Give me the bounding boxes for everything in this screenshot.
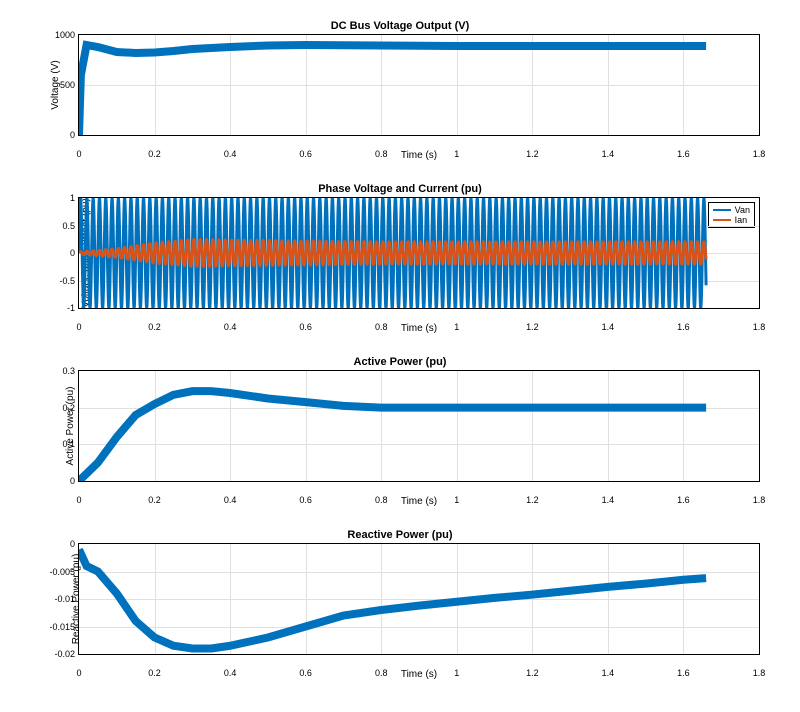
x-tick-label: 1.8 bbox=[753, 322, 766, 332]
plot-svg bbox=[79, 198, 759, 308]
y-tick-label: 0.1 bbox=[41, 439, 75, 449]
y-tick-label: 0.2 bbox=[41, 403, 75, 413]
x-tick-label: 1.6 bbox=[677, 495, 690, 505]
y-tick-label: -0.01 bbox=[41, 594, 75, 604]
y-tick-label: 0.5 bbox=[41, 221, 75, 231]
x-axis-label: Time (s) bbox=[78, 496, 760, 507]
x-tick-label: 1.4 bbox=[602, 495, 615, 505]
x-axis-label: Time (s) bbox=[78, 323, 760, 334]
y-tick-label: 0.3 bbox=[41, 366, 75, 376]
x-tick-label: 1.4 bbox=[602, 668, 615, 678]
x-tick-label: 0.6 bbox=[299, 668, 312, 678]
y-tick-label: -0.015 bbox=[41, 622, 75, 632]
x-tick-label: 0.8 bbox=[375, 322, 388, 332]
x-tick-label: 1.6 bbox=[677, 668, 690, 678]
plot-svg bbox=[79, 35, 759, 135]
chart-dc-bus-voltage: DC Bus Voltage Output (V) Voltage (V) 05… bbox=[30, 20, 770, 161]
y-tick-label: 1 bbox=[41, 193, 75, 203]
x-tick-label: 0.4 bbox=[224, 495, 237, 505]
x-axis-label: Time (s) bbox=[78, 669, 760, 680]
x-tick-label: 0.8 bbox=[375, 668, 388, 678]
x-tick-label: 0.6 bbox=[299, 495, 312, 505]
x-tick-label: 0.8 bbox=[375, 495, 388, 505]
x-tick-label: 0 bbox=[76, 149, 81, 159]
plot-area: Voltage (V) 0500100000.20.40.60.811.21.4… bbox=[78, 34, 760, 136]
x-tick-label: 0.2 bbox=[148, 149, 161, 159]
x-tick-label: 1 bbox=[454, 495, 459, 505]
y-tick-label: 500 bbox=[41, 80, 75, 90]
x-tick-label: 1 bbox=[454, 149, 459, 159]
x-tick-label: 1.2 bbox=[526, 149, 539, 159]
y-tick-label: 0 bbox=[41, 539, 75, 549]
x-tick-label: 1.2 bbox=[526, 495, 539, 505]
chart-phase-voltage-current: Phase Voltage and Current (pu) Voltage a… bbox=[30, 183, 770, 334]
x-tick-label: 0.4 bbox=[224, 668, 237, 678]
charts-container: DC Bus Voltage Output (V) Voltage (V) 05… bbox=[0, 0, 800, 712]
plot-area: Reactive Power (pu) -0.02-0.015-0.01-0.0… bbox=[78, 543, 760, 655]
x-tick-label: 1 bbox=[454, 322, 459, 332]
x-tick-label: 1.4 bbox=[602, 322, 615, 332]
x-tick-label: 0.2 bbox=[148, 668, 161, 678]
x-tick-label: 0 bbox=[76, 322, 81, 332]
y-tick-label: -1 bbox=[41, 303, 75, 313]
y-tick-label: 1000 bbox=[41, 30, 75, 40]
x-tick-label: 0.2 bbox=[148, 495, 161, 505]
x-tick-label: 1.2 bbox=[526, 668, 539, 678]
plot-area: Voltage and Current (pu) Van Ian -1-0.50… bbox=[78, 197, 760, 309]
x-tick-label: 1.8 bbox=[753, 149, 766, 159]
chart-title: DC Bus Voltage Output (V) bbox=[30, 20, 770, 32]
y-tick-label: 0 bbox=[41, 476, 75, 486]
plot-svg bbox=[79, 544, 759, 654]
y-tick-label: -0.5 bbox=[41, 276, 75, 286]
x-tick-label: 0.6 bbox=[299, 149, 312, 159]
x-tick-label: 0.8 bbox=[375, 149, 388, 159]
series-vdc bbox=[79, 45, 706, 135]
x-tick-label: 1.6 bbox=[677, 149, 690, 159]
x-tick-label: 0.6 bbox=[299, 322, 312, 332]
series-q bbox=[79, 550, 706, 649]
x-tick-label: 0.4 bbox=[224, 322, 237, 332]
chart-title: Phase Voltage and Current (pu) bbox=[30, 183, 770, 195]
x-tick-label: 1.8 bbox=[753, 495, 766, 505]
x-tick-label: 1.6 bbox=[677, 322, 690, 332]
plot-svg bbox=[79, 371, 759, 481]
chart-reactive-power: Reactive Power (pu) Reactive Power (pu) … bbox=[30, 529, 770, 680]
x-tick-label: 1 bbox=[454, 668, 459, 678]
chart-title: Active Power (pu) bbox=[30, 356, 770, 368]
chart-title: Reactive Power (pu) bbox=[30, 529, 770, 541]
chart-active-power: Active Power (pu) Active Power (pu) 00.1… bbox=[30, 356, 770, 507]
x-tick-label: 0 bbox=[76, 668, 81, 678]
x-axis-label: Time (s) bbox=[78, 150, 760, 161]
x-tick-label: 1.8 bbox=[753, 668, 766, 678]
y-tick-label: -0.02 bbox=[41, 649, 75, 659]
y-tick-label: 0 bbox=[41, 130, 75, 140]
x-tick-label: 1.4 bbox=[602, 149, 615, 159]
x-tick-label: 0 bbox=[76, 495, 81, 505]
x-tick-label: 0.2 bbox=[148, 322, 161, 332]
x-tick-label: 0.4 bbox=[224, 149, 237, 159]
y-tick-label: -0.005 bbox=[41, 567, 75, 577]
plot-area: Active Power (pu) 00.10.20.300.20.40.60.… bbox=[78, 370, 760, 482]
y-tick-label: 0 bbox=[41, 248, 75, 258]
series-p bbox=[79, 391, 706, 481]
x-tick-label: 1.2 bbox=[526, 322, 539, 332]
